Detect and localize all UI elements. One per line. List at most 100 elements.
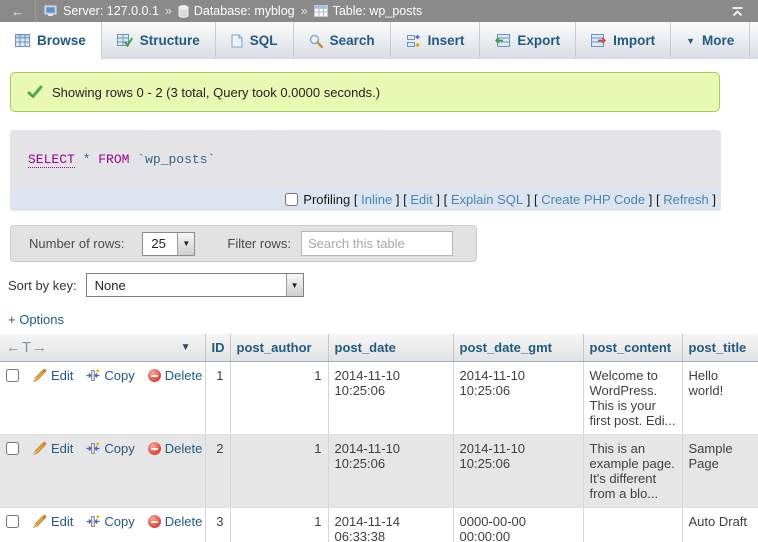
tab-search[interactable]: Search	[294, 22, 391, 59]
edit-query-link[interactable]: Edit	[410, 192, 432, 207]
cell-post-date-gmt: 2014-11-10 10:25:06	[453, 435, 583, 508]
explain-sql-link[interactable]: Explain SQL	[451, 192, 523, 207]
column-header-post-title[interactable]: post_title	[682, 334, 758, 362]
breadcrumb-table-label[interactable]: Table: wp_posts	[333, 4, 423, 18]
cell-id: 3	[205, 508, 230, 542]
edit-row-link[interactable]: Edit	[32, 368, 73, 383]
back-button[interactable]: ←	[0, 0, 36, 22]
cell-post-author: 1	[230, 362, 328, 435]
cell-post-content: This is an example page. It's different …	[583, 435, 682, 508]
column-header-actions[interactable]: ←T→ ▼	[0, 334, 205, 362]
breadcrumb-database[interactable]: Database: myblog	[178, 4, 295, 18]
sort-caret-icon[interactable]: ▼	[181, 342, 191, 353]
tab-insert[interactable]: Insert	[391, 22, 481, 59]
tab-browse[interactable]: Browse	[0, 22, 102, 59]
breadcrumb-database-label[interactable]: Database: myblog	[194, 4, 295, 18]
profiling-checkbox[interactable]	[285, 193, 298, 206]
breadcrumb-server[interactable]: Server: 127.0.0.1	[44, 4, 159, 18]
table-row: Edit Copy Delete 1 1 2014-11-10 10:25:06…	[0, 362, 758, 435]
sort-by-key-value: None	[87, 274, 286, 296]
column-header-post-date[interactable]: post_date	[328, 334, 453, 362]
results-table: ←T→ ▼ ID post_author post_date post_date…	[0, 334, 758, 542]
cell-post-content	[583, 508, 682, 542]
sql-keyword-select[interactable]: SELECT	[28, 152, 75, 168]
edit-row-link[interactable]: Edit	[32, 441, 73, 456]
row-checkbox[interactable]	[6, 442, 19, 455]
chevron-down-icon: ▼	[177, 233, 194, 255]
copy-label: Copy	[104, 441, 134, 456]
copy-label: Copy	[104, 368, 134, 383]
tab-sql[interactable]: SQL	[216, 22, 294, 59]
tab-import[interactable]: Import	[576, 22, 671, 59]
cell-post-date-gmt: 2014-11-10 10:25:06	[453, 362, 583, 435]
breadcrumb-table[interactable]: Table: wp_posts	[314, 4, 423, 18]
copy-row-link[interactable]: Copy	[86, 441, 134, 456]
edit-label: Edit	[51, 441, 73, 456]
copy-icon	[86, 369, 100, 382]
browse-icon	[15, 34, 30, 47]
delete-label: Delete	[165, 368, 203, 383]
insert-icon	[406, 34, 421, 48]
cell-post-author: 1	[230, 435, 328, 508]
num-rows-value: 25	[143, 233, 177, 255]
delete-row-link[interactable]: Delete	[148, 441, 203, 456]
breadcrumb-server-label[interactable]: Server: 127.0.0.1	[63, 4, 159, 18]
tab-browse-label: Browse	[37, 33, 86, 48]
delete-row-link[interactable]: Delete	[148, 368, 203, 383]
sort-by-key-select[interactable]: None ▼	[86, 273, 304, 297]
delete-label: Delete	[165, 441, 203, 456]
tab-structure-label: Structure	[140, 33, 200, 48]
tab-more-label: More	[702, 33, 734, 48]
table-row: Edit Copy Delete 3 1 2014-11-14 06:33:38…	[0, 508, 758, 542]
status-message-text: Showing rows 0 - 2 (3 total, Query took …	[52, 85, 380, 100]
tab-export-label: Export	[517, 33, 560, 48]
query-links-bar: Profiling [ Inline ] [ Edit ] [ Explain …	[10, 188, 721, 211]
create-php-code-link[interactable]: Create PHP Code	[541, 192, 645, 207]
copy-row-link[interactable]: Copy	[86, 368, 134, 383]
tab-bar: Browse Structure SQL Search Insert Expor…	[0, 22, 758, 59]
refresh-link[interactable]: Refresh	[663, 192, 709, 207]
profiling-label: Profiling	[303, 192, 350, 207]
options-toggle-link[interactable]: + Options	[8, 312, 64, 327]
chevron-down-icon: ▼	[286, 274, 303, 296]
cell-post-author: 1	[230, 508, 328, 542]
phpmyadmin-page: ← Server: 127.0.0.1 » Database: myblog »…	[0, 0, 758, 542]
tab-insert-label: Insert	[428, 33, 465, 48]
export-icon	[495, 34, 510, 47]
with-selected-arrows-icon: ←T→	[6, 339, 48, 356]
copy-row-link[interactable]: Copy	[86, 514, 134, 529]
tab-structure[interactable]: Structure	[102, 22, 216, 59]
delete-label: Delete	[165, 514, 203, 529]
collapse-panel-button[interactable]	[731, 6, 744, 17]
success-check-icon	[27, 85, 43, 99]
collapse-icon	[731, 6, 744, 17]
tab-import-label: Import	[613, 33, 655, 48]
column-header-post-author[interactable]: post_author	[230, 334, 328, 362]
edit-row-link[interactable]: Edit	[32, 514, 73, 529]
copy-icon	[86, 515, 100, 528]
sort-by-key-label: Sort by key:	[8, 278, 77, 293]
column-header-post-content[interactable]: post_content	[583, 334, 682, 362]
table-icon	[314, 5, 328, 17]
filter-rows-input[interactable]	[301, 231, 453, 256]
tab-export[interactable]: Export	[480, 22, 576, 59]
num-rows-select[interactable]: 25 ▼	[142, 232, 195, 256]
column-header-id[interactable]: ID	[205, 334, 230, 362]
cell-post-title: Auto Draft	[682, 508, 758, 542]
column-header-post-date-gmt[interactable]: post_date_gmt	[453, 334, 583, 362]
breadcrumb-bar: ← Server: 127.0.0.1 » Database: myblog »…	[0, 0, 758, 22]
delete-row-link[interactable]: Delete	[148, 514, 203, 529]
tab-more[interactable]: ▼ More	[671, 22, 750, 59]
copy-icon	[86, 442, 100, 455]
sql-query-text: SELECT * FROM `wp_posts`	[28, 152, 215, 168]
row-checkbox[interactable]	[6, 369, 19, 382]
pencil-icon	[32, 441, 47, 456]
status-message: Showing rows 0 - 2 (3 total, Query took …	[10, 72, 720, 112]
edit-label: Edit	[51, 368, 73, 383]
server-icon	[44, 5, 58, 17]
structure-icon	[117, 34, 133, 47]
inline-link[interactable]: Inline	[361, 192, 392, 207]
search-icon	[309, 34, 323, 48]
import-icon	[591, 34, 606, 47]
row-checkbox[interactable]	[6, 515, 19, 528]
